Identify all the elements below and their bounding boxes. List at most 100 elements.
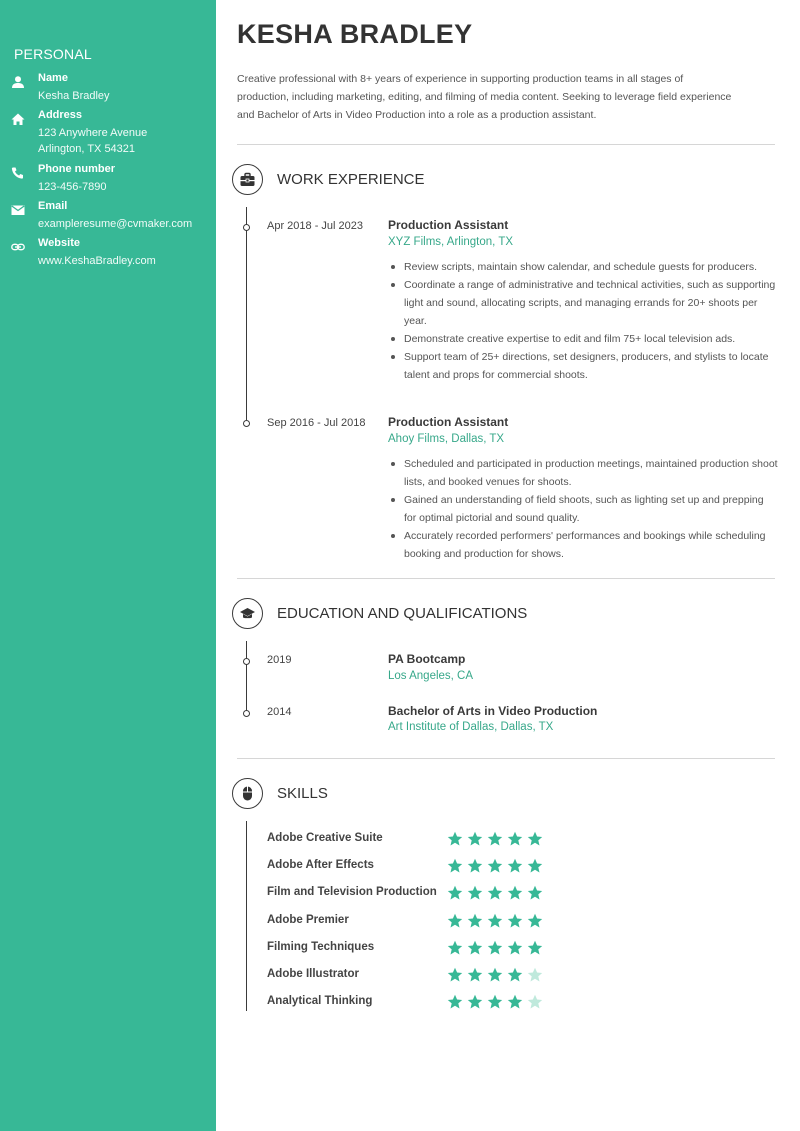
candidate-name: KESHA BRADLEY bbox=[237, 19, 473, 49]
skill-row: Filming Techniques bbox=[267, 940, 567, 961]
education-place: Los Angeles, CA bbox=[388, 670, 474, 682]
personal-heading: PERSONAL bbox=[14, 46, 92, 62]
education-title: PA Bootcamp bbox=[388, 652, 466, 666]
skill-row: Adobe Premier bbox=[267, 913, 567, 934]
star-filled-icon bbox=[487, 994, 503, 1009]
resume-main: KESHA BRADLEY Creative professional with… bbox=[216, 0, 800, 1131]
star-filled-icon bbox=[507, 940, 523, 955]
skill-name: Adobe Premier bbox=[267, 913, 349, 926]
star-filled-icon bbox=[467, 913, 483, 928]
profile-summary: Creative professional with 8+ years of e… bbox=[237, 73, 732, 121]
job-bullet: Support team of 25+ directions, set desi… bbox=[388, 348, 778, 384]
skill-rating bbox=[447, 994, 547, 1015]
timeline-dot bbox=[243, 658, 250, 665]
star-filled-icon bbox=[487, 940, 503, 955]
star-filled-icon bbox=[507, 994, 523, 1009]
star-filled-icon bbox=[467, 994, 483, 1009]
skill-rating bbox=[447, 831, 547, 852]
star-filled-icon bbox=[507, 913, 523, 928]
skill-name: Filming Techniques bbox=[267, 940, 375, 953]
name-label: Name bbox=[38, 72, 68, 84]
job-date: Apr 2018 - Jul 2023 bbox=[267, 220, 364, 232]
job-bullet: Gained an understanding of field shoots,… bbox=[388, 491, 778, 527]
job-bullets: Scheduled and participated in production… bbox=[388, 455, 778, 563]
job-bullet: Review scripts, maintain show calendar, … bbox=[388, 258, 778, 276]
star-filled-icon bbox=[447, 913, 463, 928]
skill-name: Adobe Creative Suite bbox=[267, 832, 383, 844]
star-filled-icon bbox=[527, 940, 543, 955]
divider bbox=[237, 144, 775, 145]
star-filled-icon bbox=[487, 886, 503, 900]
timeline-dot bbox=[243, 224, 250, 231]
timeline-line bbox=[246, 641, 248, 715]
email-icon bbox=[11, 203, 25, 215]
education-title: EDUCATION AND QUALIFICATIONS bbox=[277, 605, 528, 622]
phone-value: 123-456-7890 bbox=[38, 181, 107, 193]
skill-row: Adobe After Effects bbox=[267, 858, 567, 879]
star-filled-icon bbox=[527, 831, 543, 846]
skill-rating bbox=[447, 940, 547, 961]
star-filled-icon bbox=[507, 831, 523, 846]
education-place: Art Institute of Dallas, Dallas, TX bbox=[388, 721, 554, 733]
divider bbox=[237, 758, 775, 759]
star-filled-icon bbox=[487, 913, 503, 928]
star-filled-icon bbox=[487, 858, 503, 873]
graduation-cap-icon bbox=[232, 598, 263, 629]
job-bullet: Coordinate a range of administrative and… bbox=[388, 276, 778, 330]
star-filled-icon bbox=[467, 886, 483, 900]
job-bullet: Demonstrate creative expertise to edit a… bbox=[388, 330, 778, 348]
star-filled-icon bbox=[447, 940, 463, 955]
personal-sidebar: PERSONAL Name Kesha Bradley Address 123 … bbox=[0, 0, 216, 1131]
job-bullet: Scheduled and participated in production… bbox=[388, 455, 778, 491]
star-filled-icon bbox=[507, 858, 523, 873]
job-title: Production Assistant bbox=[388, 218, 509, 232]
star-filled-icon bbox=[447, 858, 463, 873]
star-filled-icon bbox=[507, 886, 523, 900]
job-company: Ahoy Films, Dallas, TX bbox=[388, 433, 505, 445]
address-label: Address bbox=[38, 109, 83, 121]
star-filled-icon bbox=[447, 967, 463, 982]
timeline-line bbox=[246, 821, 248, 1011]
phone-icon bbox=[11, 166, 25, 179]
link-icon bbox=[11, 240, 25, 252]
timeline-dot bbox=[243, 710, 250, 717]
star-filled-icon bbox=[467, 967, 483, 982]
skill-row: Analytical Thinking bbox=[267, 994, 567, 1015]
skill-rating bbox=[447, 967, 547, 988]
education-title: Bachelor of Arts in Video Production bbox=[388, 704, 598, 718]
skill-row: Adobe Illustrator bbox=[267, 967, 567, 988]
education-date: 2014 bbox=[267, 706, 292, 718]
address-value: 123 Anywhere Avenue Arlington, TX 54321 bbox=[38, 127, 148, 155]
website-value[interactable]: www.KeshaBradley.com bbox=[38, 253, 156, 269]
star-filled-icon bbox=[527, 886, 543, 900]
briefcase-icon bbox=[232, 164, 263, 195]
timeline-dot bbox=[243, 420, 250, 427]
star-filled-icon bbox=[447, 831, 463, 846]
star-filled-icon bbox=[507, 967, 523, 982]
website-label: Website bbox=[38, 237, 80, 249]
job-company: XYZ Films, Arlington, TX bbox=[388, 236, 514, 248]
skill-row: Adobe Creative Suite bbox=[267, 831, 567, 852]
star-filled-icon bbox=[527, 913, 543, 928]
star-filled-icon bbox=[467, 831, 483, 846]
name-value: Kesha Bradley bbox=[38, 90, 110, 102]
timeline-line bbox=[246, 207, 248, 420]
skill-rating bbox=[447, 858, 547, 879]
star-filled-icon bbox=[527, 858, 543, 873]
work-experience-title: WORK EXPERIENCE bbox=[277, 171, 425, 188]
job-title: Production Assistant bbox=[388, 415, 509, 429]
job-date: Sep 2016 - Jul 2018 bbox=[267, 417, 366, 429]
skill-row: Film and Television Production bbox=[267, 886, 567, 904]
email-value[interactable]: exampleresume@cvmaker.com bbox=[38, 216, 192, 232]
job-bullets: Review scripts, maintain show calendar, … bbox=[388, 258, 778, 384]
star-filled-icon bbox=[467, 858, 483, 873]
skill-rating bbox=[447, 885, 547, 906]
skill-rating bbox=[447, 913, 547, 934]
skill-name: Adobe Illustrator bbox=[267, 968, 360, 980]
email-label: Email bbox=[38, 200, 68, 212]
job-bullet: Accurately recorded performers' performa… bbox=[388, 527, 778, 563]
star-empty-icon bbox=[527, 967, 543, 982]
star-filled-icon bbox=[467, 940, 483, 955]
star-filled-icon bbox=[487, 831, 503, 846]
skill-name: Analytical Thinking bbox=[267, 995, 373, 1008]
